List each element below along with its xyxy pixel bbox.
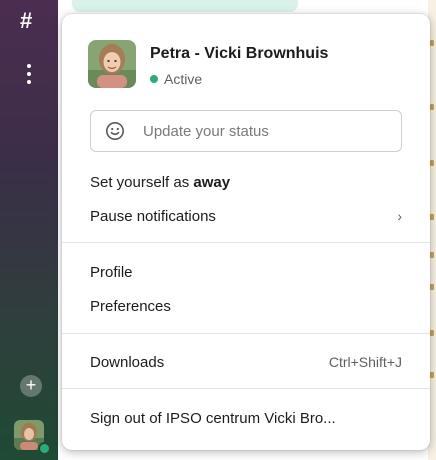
presence-status: Active [150, 70, 202, 88]
downloads-label: Downloads [90, 353, 165, 371]
set-away-prefix: Set yourself as [90, 173, 194, 191]
profile-item[interactable]: Profile [62, 256, 430, 288]
update-status-input[interactable]: Update your status [90, 110, 402, 152]
menu-divider [62, 242, 430, 243]
smiley-icon [106, 122, 124, 140]
sign-out-item[interactable]: Sign out of IPSO centrum Vicki Bro... [62, 402, 430, 434]
active-dot-icon [150, 75, 158, 83]
profile-label: Profile [90, 263, 133, 281]
downloads-shortcut: Ctrl+Shift+J [328, 354, 402, 370]
app-window: # + Petra - Vicki Brownhuis Active Updat… [0, 0, 436, 460]
presence-label: Active [164, 71, 203, 87]
pause-notifications-label: Pause notifications [90, 207, 216, 225]
presence-dot [38, 442, 51, 455]
downloads-item[interactable]: Downloads Ctrl+Shift+J [62, 346, 430, 378]
sign-out-label: Sign out of IPSO centrum Vicki Bro... [90, 409, 336, 427]
user-menu-popup: Petra - Vicki Brownhuis Active Update yo… [62, 14, 430, 450]
away-word: away [193, 173, 231, 191]
status-placeholder: Update your status [143, 122, 269, 140]
profile-name: Petra - Vicki Brownhuis [150, 45, 329, 62]
workspace-rail: # + [0, 0, 58, 460]
preferences-label: Preferences [90, 297, 171, 315]
set-away-label: Set yourself as away [90, 174, 402, 191]
channel-hash-icon[interactable]: # [20, 10, 32, 32]
profile-photo-icon [88, 40, 136, 88]
menu-divider [62, 333, 430, 334]
more-options-icon[interactable] [26, 64, 32, 90]
set-away-item[interactable]: Set yourself as away [62, 166, 430, 198]
menu-divider [62, 388, 430, 389]
profile-avatar [88, 40, 136, 88]
chevron-right-icon: › [397, 208, 402, 224]
preferences-item[interactable]: Preferences [62, 290, 430, 322]
pause-notifications-item[interactable]: Pause notifications › [62, 200, 430, 232]
add-workspace-button[interactable]: + [20, 375, 42, 397]
background-search-bar [72, 0, 298, 12]
profile-header: Petra - Vicki Brownhuis Active [88, 40, 408, 90]
